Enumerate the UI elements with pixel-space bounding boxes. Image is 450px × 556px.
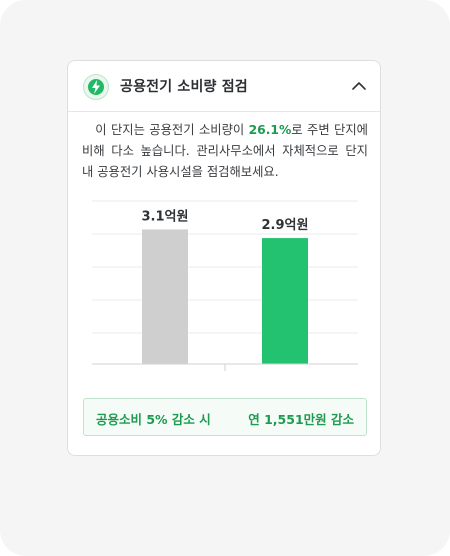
summary-condition: 공용소비 5% 감소 시 xyxy=(96,412,211,427)
lightning-icon xyxy=(83,74,109,100)
description-text: 이 단지는 공용전기 소비량이 26.1%로 주변 단지에 비해 다소 높습니다… xyxy=(82,120,368,183)
chart-bars xyxy=(142,229,308,364)
description-before: 이 단지는 공용전기 소비량이 xyxy=(95,123,249,137)
comparison-bar-chart: 3.1억원 2.9억원 xyxy=(92,200,358,371)
card-title: 공용전기 소비량 점검 xyxy=(120,79,248,95)
bar-0 xyxy=(142,229,188,364)
chevron-up-icon[interactable] xyxy=(350,77,368,95)
bar-value-label-1: 2.9억원 xyxy=(262,218,309,233)
bar-1 xyxy=(262,238,308,364)
chart-gridlines xyxy=(92,200,358,334)
bar-value-label-0: 3.1억원 xyxy=(142,209,189,224)
card-header[interactable]: 공용전기 소비량 점검 xyxy=(68,61,380,112)
summary-savings: 연 1,551만원 감소 xyxy=(248,412,354,427)
consumption-percentage: 26.1% xyxy=(248,123,292,137)
electricity-check-card: 공용전기 소비량 점검 이 단지는 공용전기 소비량이 26.1%로 주변 단지… xyxy=(67,60,381,456)
page-background: 공용전기 소비량 점검 이 단지는 공용전기 소비량이 26.1%로 주변 단지… xyxy=(0,0,450,556)
savings-summary: 공용소비 5% 감소 시 연 1,551만원 감소 xyxy=(83,398,367,436)
